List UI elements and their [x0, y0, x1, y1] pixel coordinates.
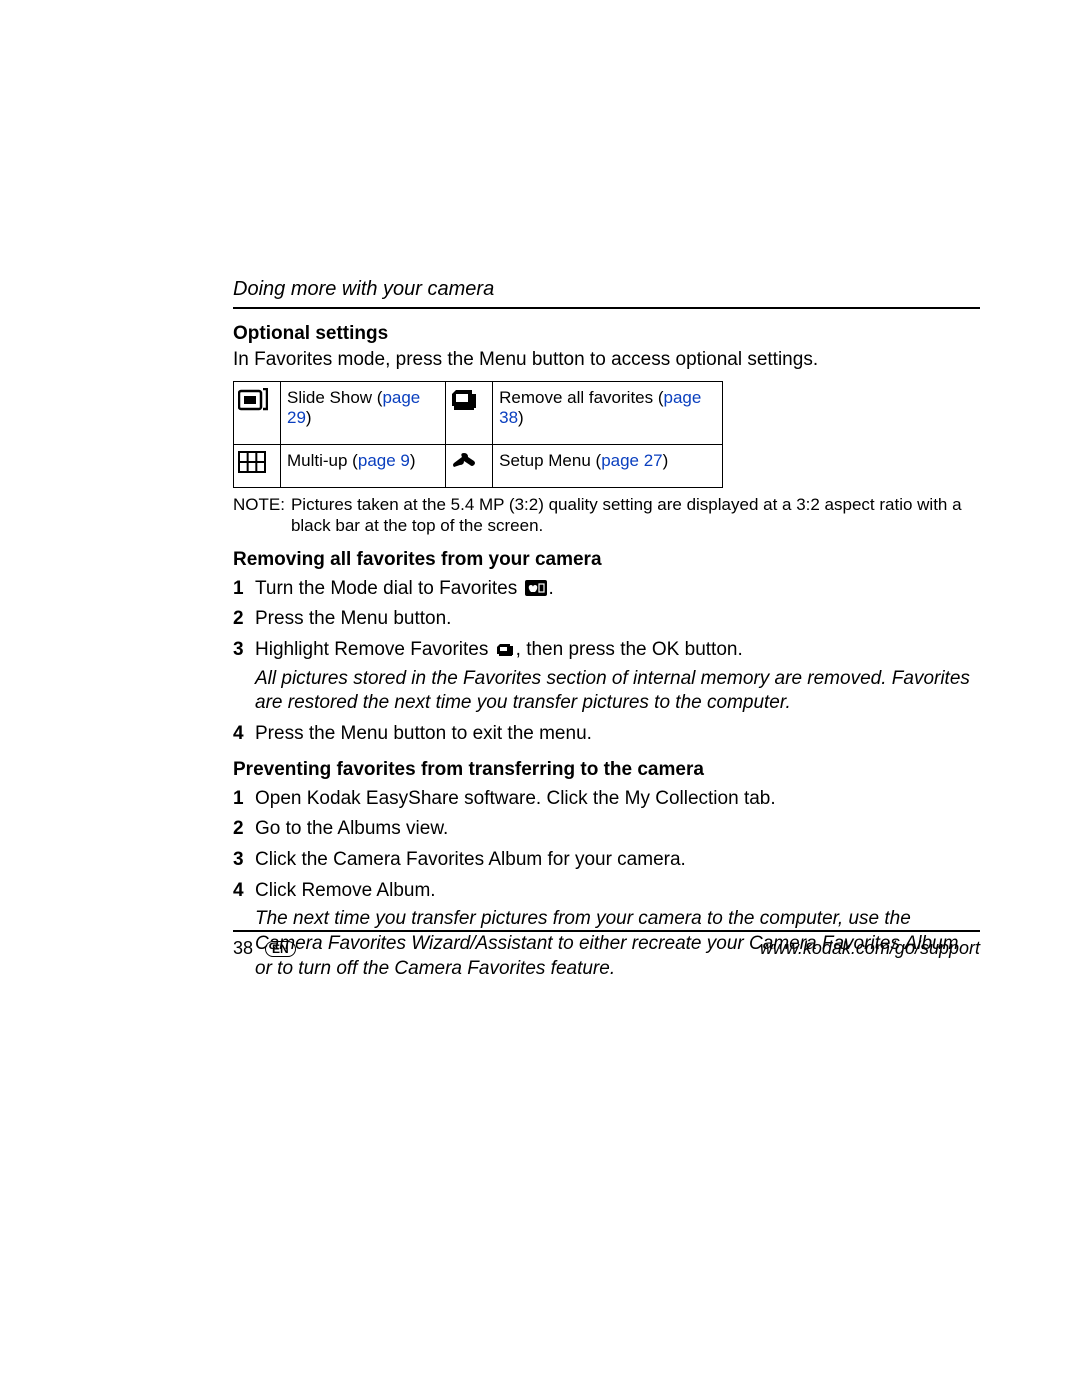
list-item: 1 Turn the Mode dial to Favorites .: [233, 577, 980, 602]
remove-favorites-label: Remove all favorites (: [499, 388, 663, 407]
remove-favorites-icon-cell: [446, 382, 493, 445]
note-label: NOTE:: [233, 494, 291, 537]
list-item: 3 Highlight Remove Favorites , then pres…: [233, 638, 980, 716]
remove-favorites-cell: Remove all favorites (page 38): [493, 382, 723, 445]
remove-favorites-inline-icon: [496, 643, 514, 657]
language-badge: EN: [265, 941, 296, 957]
list-item: 4 Press the Menu button to exit the menu…: [233, 722, 980, 747]
removing-heading: Removing all favorites from your camera: [233, 549, 980, 571]
multiup-icon: [238, 451, 276, 473]
slideshow-icon-cell: [234, 382, 281, 445]
list-item: 1 Open Kodak EasyShare software. Click t…: [233, 787, 980, 812]
multiup-label: Multi-up (: [287, 451, 358, 470]
page-footer: 38 EN www.kodak.com/go/support: [233, 930, 980, 959]
optional-settings-heading: Optional settings: [233, 323, 980, 345]
list-item: 2 Go to the Albums view.: [233, 817, 980, 842]
slideshow-cell: Slide Show (page 29): [281, 382, 446, 445]
favorites-mode-icon: [525, 580, 547, 596]
note: NOTE: Pictures taken at the 5.4 MP (3:2)…: [233, 494, 980, 537]
removing-italic-note: All pictures stored in the Favorites sec…: [255, 667, 980, 716]
setup-wrench-icon: [450, 451, 488, 473]
support-url[interactable]: www.kodak.com/go/support: [760, 938, 980, 959]
list-item: 2 Press the Menu button.: [233, 607, 980, 632]
multiup-page-link[interactable]: page 9: [358, 451, 410, 470]
multiup-icon-cell: [234, 445, 281, 488]
setup-cell: Setup Menu (page 27): [493, 445, 723, 488]
section-header: Doing more with your camera: [233, 278, 980, 309]
remove-favorites-icon: [450, 388, 488, 412]
note-body: Pictures taken at the 5.4 MP (3:2) quali…: [291, 494, 980, 537]
setup-page-link[interactable]: page 27: [601, 451, 662, 470]
multiup-cell: Multi-up (page 9): [281, 445, 446, 488]
preventing-heading: Preventing favorites from transferring t…: [233, 759, 980, 781]
page-content: Doing more with your camera Optional set…: [233, 0, 980, 981]
list-item: 3 Click the Camera Favorites Album for y…: [233, 848, 980, 873]
page-number: 38: [233, 938, 253, 959]
setup-label: Setup Menu (: [499, 451, 601, 470]
setup-icon-cell: [446, 445, 493, 488]
slideshow-icon: [238, 388, 276, 414]
removing-steps: 1 Turn the Mode dial to Favorites . 2 Pr…: [233, 577, 980, 747]
optional-settings-intro: In Favorites mode, press the Menu button…: [233, 349, 980, 371]
slideshow-label: Slide Show (: [287, 388, 382, 407]
settings-table: Slide Show (page 29) Remove all favorite…: [233, 381, 723, 488]
